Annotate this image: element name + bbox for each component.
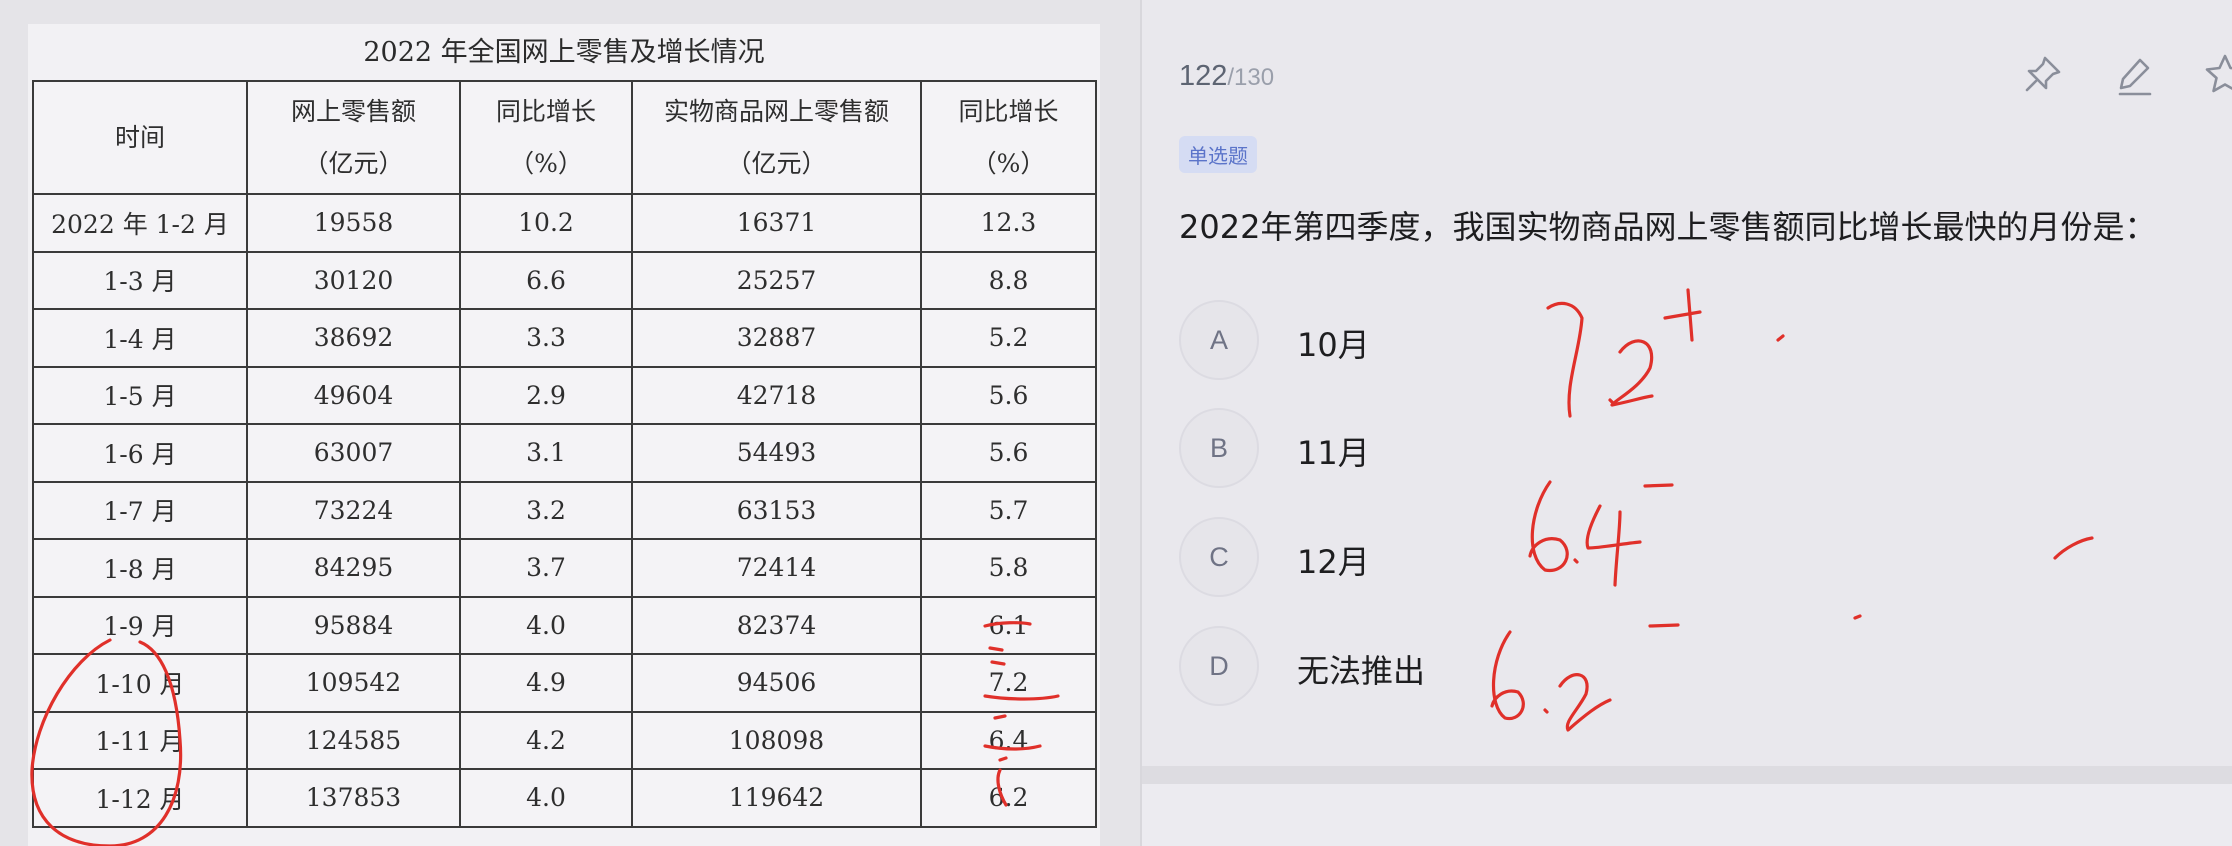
counter-total: /130 xyxy=(1227,64,1275,91)
cell-physical-retail: 108098 xyxy=(631,710,922,770)
cell-physical-retail: 82374 xyxy=(631,595,922,655)
cell-physical-retail: 16371 xyxy=(631,193,922,253)
question-text: 2022年第四季度，我国实物商品网上零售额同比增长最快的月份是： xyxy=(1179,208,2157,246)
question-type-badge: 单选题 xyxy=(1179,136,1257,173)
cell-yoy-growth: 6.6 xyxy=(459,250,633,310)
cell-physical-yoy-growth: 5.6 xyxy=(920,423,1097,483)
cell-period: 1-12 月 xyxy=(32,768,248,828)
option-d[interactable]: D 无法推出 xyxy=(1179,626,1779,706)
counter-current: 122 xyxy=(1179,60,1228,92)
option-label[interactable]: 10月 xyxy=(1297,320,1370,366)
option-letter[interactable]: A xyxy=(1179,300,1259,380)
cell-period: 2022 年 1-2 月 xyxy=(32,193,248,253)
table-row: 1-10 月 109542 4.9 94506 7.2 xyxy=(32,653,1097,713)
cell-online-retail: 109542 xyxy=(246,653,461,713)
option-c[interactable]: C 12月 xyxy=(1179,517,1779,597)
cell-period: 1-5 月 xyxy=(32,365,248,425)
cell-physical-yoy-growth: 5.8 xyxy=(920,538,1097,598)
table-row: 1-12 月 137853 4.0 119642 6.2 xyxy=(32,768,1097,828)
cell-physical-yoy-growth: 6.4 xyxy=(920,710,1097,770)
cell-physical-yoy-growth: 5.6 xyxy=(920,365,1097,425)
cell-physical-retail: 42718 xyxy=(631,365,922,425)
cell-yoy-growth: 3.2 xyxy=(459,480,633,540)
option-letter[interactable]: D xyxy=(1179,626,1259,706)
cell-physical-retail: 32887 xyxy=(631,308,922,368)
header-online-retail: 网上零售额 （亿元） xyxy=(246,80,461,195)
header-physical-goods-retail: 实物商品网上零售额 （亿元） xyxy=(631,80,922,195)
cell-online-retail: 30120 xyxy=(246,250,461,310)
cell-period: 1-4 月 xyxy=(32,308,248,368)
table-row: 1-7 月 73224 3.2 63153 5.7 xyxy=(32,480,1097,540)
cell-period: 1-11 月 xyxy=(32,710,248,770)
cell-period: 1-9 月 xyxy=(32,595,248,655)
table-row: 1-4 月 38692 3.3 32887 5.2 xyxy=(32,308,1097,368)
edit-icon[interactable] xyxy=(2110,50,2160,100)
cell-physical-yoy-growth: 6.2 xyxy=(920,768,1097,828)
cell-online-retail: 137853 xyxy=(246,768,461,828)
option-label[interactable]: 11月 xyxy=(1297,428,1370,474)
data-table: 时间 网上零售额 （亿元） 同比增长 （%） 实物商品网上零售额 （亿元） 同比增长（… xyxy=(32,80,1097,828)
cell-physical-yoy-growth: 5.2 xyxy=(920,308,1097,368)
option-letter[interactable]: B xyxy=(1179,408,1259,488)
table-row: 1-3 月 30120 6.6 25257 8.8 xyxy=(32,250,1097,310)
cell-yoy-growth: 3.7 xyxy=(459,538,633,598)
cell-yoy-growth: 4.0 xyxy=(459,595,633,655)
table-row: 1-9 月 95884 4.0 82374 6.1 xyxy=(32,595,1097,655)
cell-physical-yoy-growth: 5.7 xyxy=(920,480,1097,540)
cell-yoy-growth: 4.9 xyxy=(459,653,633,713)
table-title: 2022 年全国网上零售及增长情况 xyxy=(363,37,765,68)
option-label[interactable]: 12月 xyxy=(1297,537,1370,583)
option-a[interactable]: A 10月 xyxy=(1179,300,1779,380)
header-physical-yoy-growth: 同比增长 （%） xyxy=(920,80,1097,195)
cell-period: 1-8 月 xyxy=(32,538,248,598)
cell-online-retail: 95884 xyxy=(246,595,461,655)
cell-online-retail: 38692 xyxy=(246,308,461,368)
star-icon[interactable] xyxy=(2200,50,2232,100)
cell-yoy-growth: 4.2 xyxy=(459,710,633,770)
pin-icon[interactable] xyxy=(2017,50,2067,100)
cell-physical-retail: 63153 xyxy=(631,480,922,540)
header-time: 时间 xyxy=(32,80,248,195)
option-label[interactable]: 无法推出 xyxy=(1297,646,1425,692)
table-row: 2022 年 1-2 月 19558 10.2 16371 12.3 xyxy=(32,193,1097,253)
cell-yoy-growth: 10.2 xyxy=(459,193,633,253)
cell-physical-yoy-growth: 7.2 xyxy=(920,653,1097,713)
option-letter[interactable]: C xyxy=(1179,517,1259,597)
cell-online-retail: 124585 xyxy=(246,710,461,770)
section-separator xyxy=(1142,766,2232,784)
option-b[interactable]: B 11月 xyxy=(1179,408,1779,488)
cell-period: 1-6 月 xyxy=(32,423,248,483)
question-counter: 122/130 xyxy=(1179,60,1274,93)
cell-yoy-growth: 2.9 xyxy=(459,365,633,425)
cell-online-retail: 19558 xyxy=(246,193,461,253)
cell-physical-yoy-growth: 12.3 xyxy=(920,193,1097,253)
cell-physical-retail: 25257 xyxy=(631,250,922,310)
table-header-row: 时间 网上零售额 （亿元） 同比增长 （%） 实物商品网上零售额 （亿元） 同比增长（… xyxy=(32,80,1097,195)
cell-period: 1-10 月 xyxy=(32,653,248,713)
cell-physical-yoy-growth: 8.8 xyxy=(920,250,1097,310)
cell-period: 1-3 月 xyxy=(32,250,248,310)
question-pane: 122/130 单选题 2022年第四季度，我国实物商品网上零售额同比增长最快的… xyxy=(1142,0,2232,846)
cell-yoy-growth: 3.1 xyxy=(459,423,633,483)
cell-period: 1-7 月 xyxy=(32,480,248,540)
table-row: 1-8 月 84295 3.7 72414 5.8 xyxy=(32,538,1097,598)
header-yoy-growth: 同比增长 （%） xyxy=(459,80,633,195)
table-row: 1-11 月 124585 4.2 108098 6.4 xyxy=(32,710,1097,770)
cell-online-retail: 84295 xyxy=(246,538,461,598)
cell-online-retail: 63007 xyxy=(246,423,461,483)
cell-physical-retail: 72414 xyxy=(631,538,922,598)
cell-physical-yoy-growth: 6.1 xyxy=(920,595,1097,655)
cell-physical-retail: 54493 xyxy=(631,423,922,483)
table-row: 1-5 月 49604 2.9 42718 5.6 xyxy=(32,365,1097,425)
cell-yoy-growth: 3.3 xyxy=(459,308,633,368)
cell-online-retail: 73224 xyxy=(246,480,461,540)
table-row: 1-6 月 63007 3.1 54493 5.6 xyxy=(32,423,1097,483)
cell-yoy-growth: 4.0 xyxy=(459,768,633,828)
cell-physical-retail: 119642 xyxy=(631,768,922,828)
next-card xyxy=(1142,784,2232,846)
cell-online-retail: 49604 xyxy=(246,365,461,425)
cell-physical-retail: 94506 xyxy=(631,653,922,713)
table-image-pane: 2022 年全国网上零售及增长情况 时间 网上零售额 （亿元） 同比增长 （%） 实… xyxy=(0,0,1140,846)
